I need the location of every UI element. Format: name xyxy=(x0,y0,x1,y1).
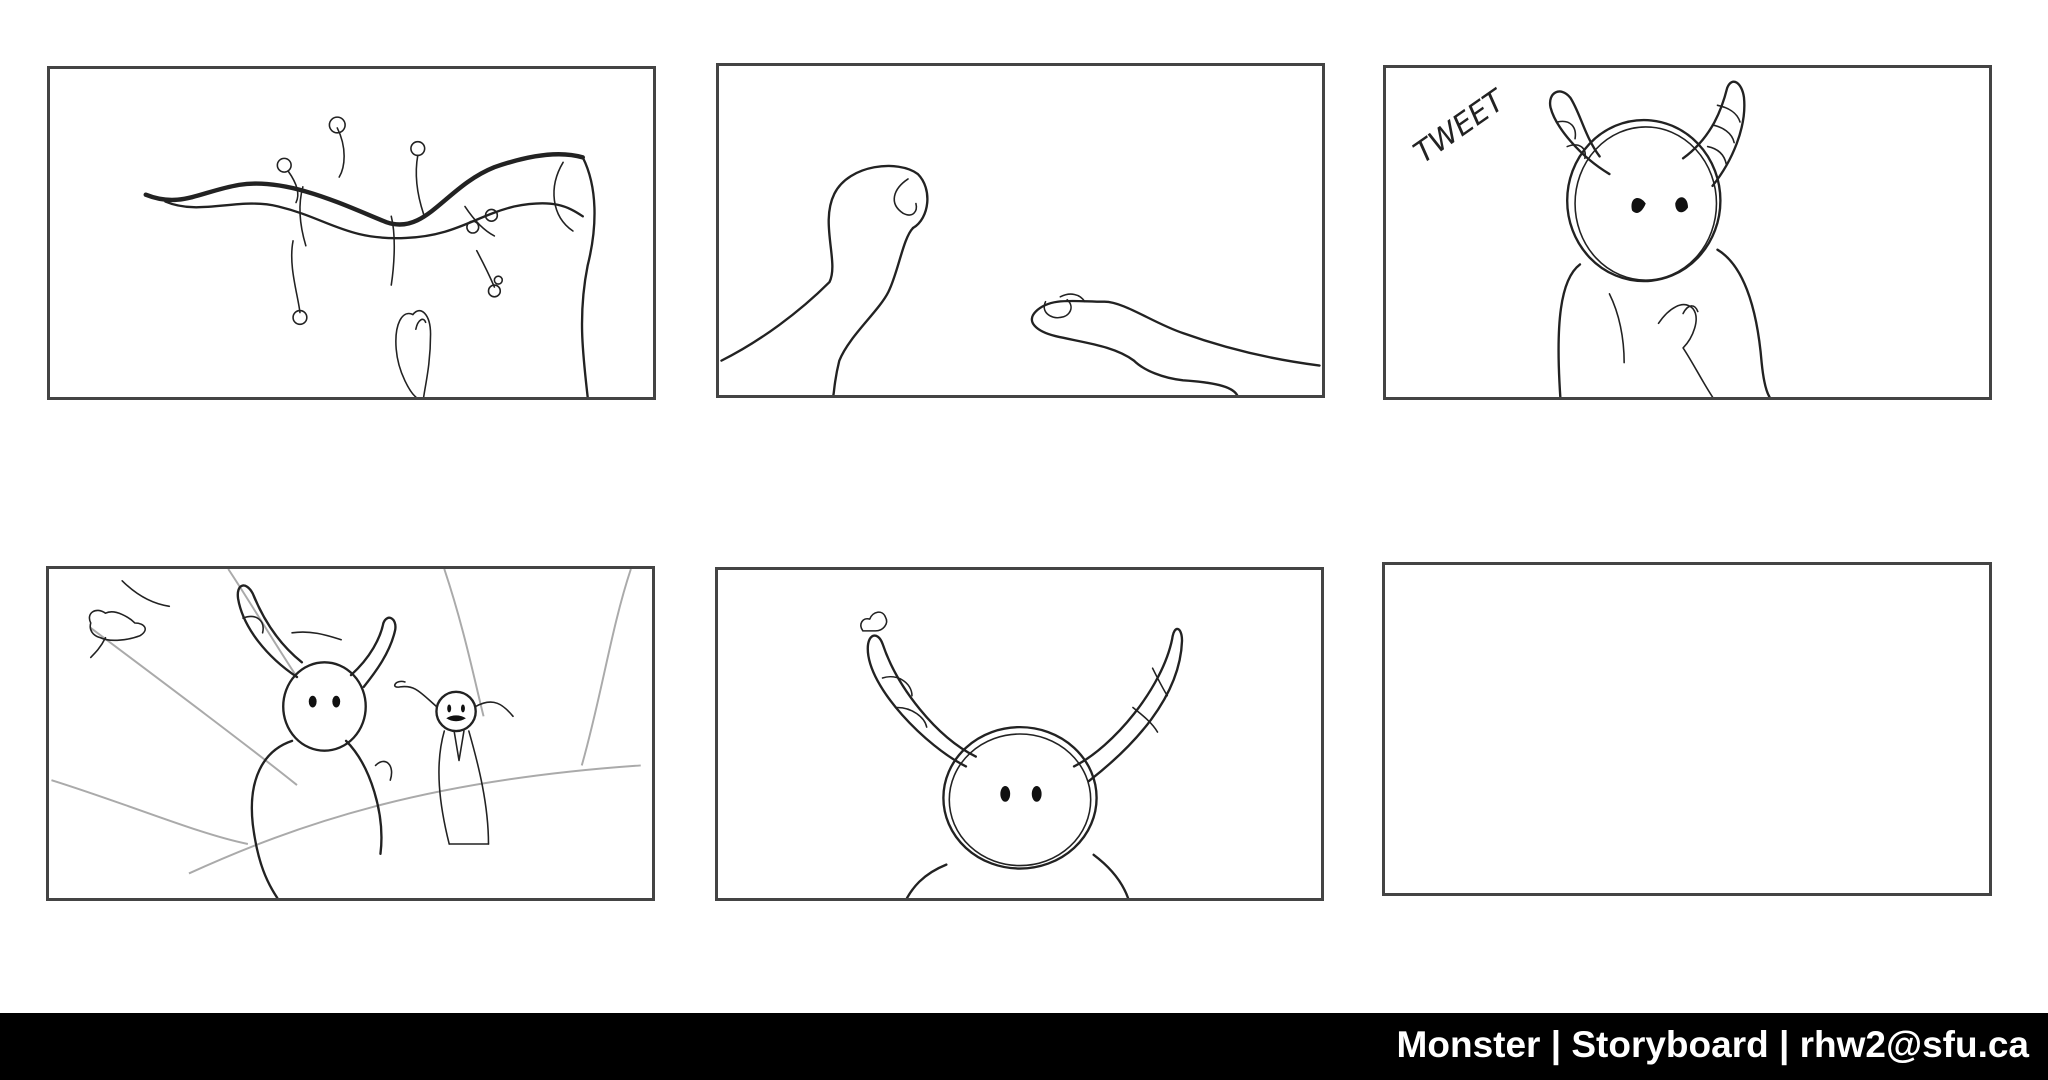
monster-sketch: TWEET xyxy=(1407,80,1771,397)
storyboard-panel-5 xyxy=(715,567,1324,901)
footer-credit: Monster | Storyboard | rhw2@sfu.ca xyxy=(1396,1024,2029,1065)
monster-back-sketch xyxy=(860,611,1184,898)
branch-sketch xyxy=(143,116,596,397)
storyboard-panel-3: TWEET xyxy=(1383,65,1992,400)
storyboard-panel-2 xyxy=(716,63,1325,398)
monster-companion-sketch xyxy=(51,569,641,898)
storyboard-panel-6 xyxy=(1382,562,1992,896)
footer-bar: Monster | Storyboard | rhw2@sfu.ca xyxy=(0,1013,2048,1080)
storyboard-panel-1 xyxy=(47,66,656,400)
tweet-sound-effect: TWEET xyxy=(1407,82,1512,170)
hands-sketch xyxy=(720,164,1321,395)
storyboard-panel-4 xyxy=(46,566,655,901)
